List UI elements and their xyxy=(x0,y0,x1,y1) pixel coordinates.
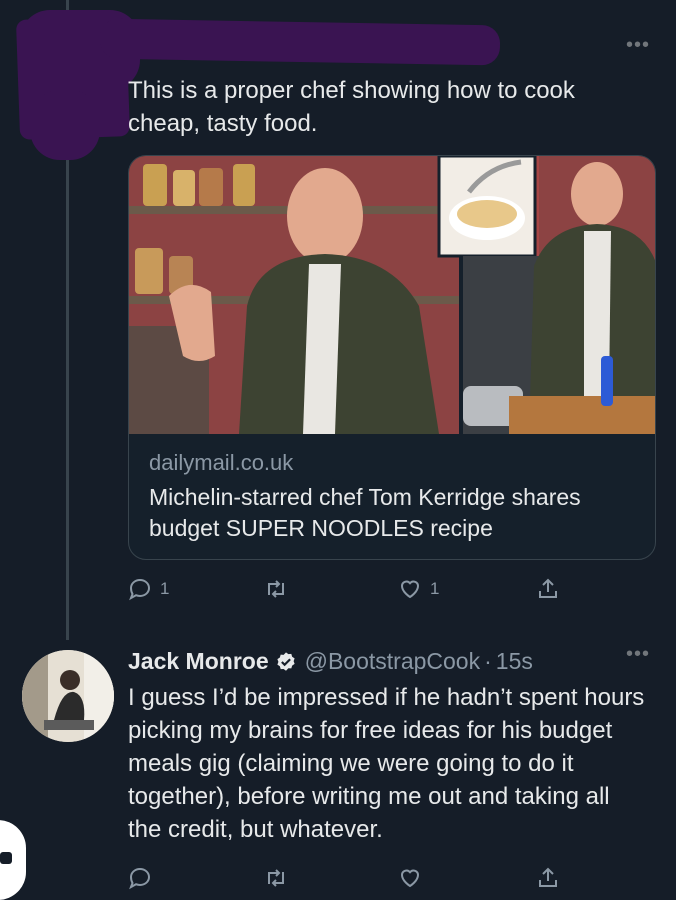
display-name[interactable]: Jack Monroe xyxy=(128,648,269,675)
card-image xyxy=(129,156,655,434)
redacted-avatar xyxy=(30,90,100,160)
share-button[interactable] xyxy=(536,577,560,601)
link-card[interactable]: dailymail.co.uk Michelin-starred chef To… xyxy=(128,155,656,560)
verified-icon xyxy=(276,651,295,671)
like-count: 1 xyxy=(430,579,440,598)
redacted-username xyxy=(99,18,501,66)
like-button[interactable]: 1 xyxy=(398,577,439,601)
reply-button[interactable]: 1 xyxy=(128,577,169,601)
reply-icon xyxy=(129,867,151,890)
like-icon xyxy=(400,869,420,888)
share-button[interactable] xyxy=(536,866,560,890)
separator: · xyxy=(484,648,492,674)
more-options-icon[interactable]: ••• xyxy=(626,643,650,666)
retweet-button[interactable] xyxy=(264,866,288,890)
reply-button[interactable] xyxy=(128,866,152,890)
floating-button-icon xyxy=(0,852,12,864)
card-domain: dailymail.co.uk xyxy=(149,450,294,475)
retweet-icon xyxy=(268,869,284,887)
card-title: Michelin-starred chef Tom Kerridge share… xyxy=(149,484,581,541)
share-icon xyxy=(539,867,557,887)
reply-icon xyxy=(129,578,151,601)
share-icon xyxy=(539,578,557,598)
tweet-thread: ••• This is a proper chef showing how to… xyxy=(0,0,676,900)
more-options-icon[interactable]: ••• xyxy=(626,34,650,57)
tweet-text: This is a proper chef showing how to coo… xyxy=(128,77,575,137)
avatar[interactable] xyxy=(22,650,114,742)
retweet-button[interactable] xyxy=(264,577,288,601)
tweet-actions: 1 1 xyxy=(128,577,648,607)
user-handle[interactable]: @BootstrapCook xyxy=(305,648,481,675)
like-icon xyxy=(400,580,420,599)
timestamp[interactable]: 15s xyxy=(496,648,533,675)
tweet-header: Jack Monroe @BootstrapCook · 15s xyxy=(128,648,533,675)
avatar-image xyxy=(22,650,114,742)
retweet-icon xyxy=(268,580,284,598)
reply-count: 1 xyxy=(160,579,170,598)
card-meta: dailymail.co.uk Michelin-starred chef To… xyxy=(149,448,649,544)
tweet-text: I guess I’d be impressed if he hadn’t sp… xyxy=(128,684,645,843)
like-button[interactable] xyxy=(398,866,422,890)
tweet-actions xyxy=(128,866,648,896)
